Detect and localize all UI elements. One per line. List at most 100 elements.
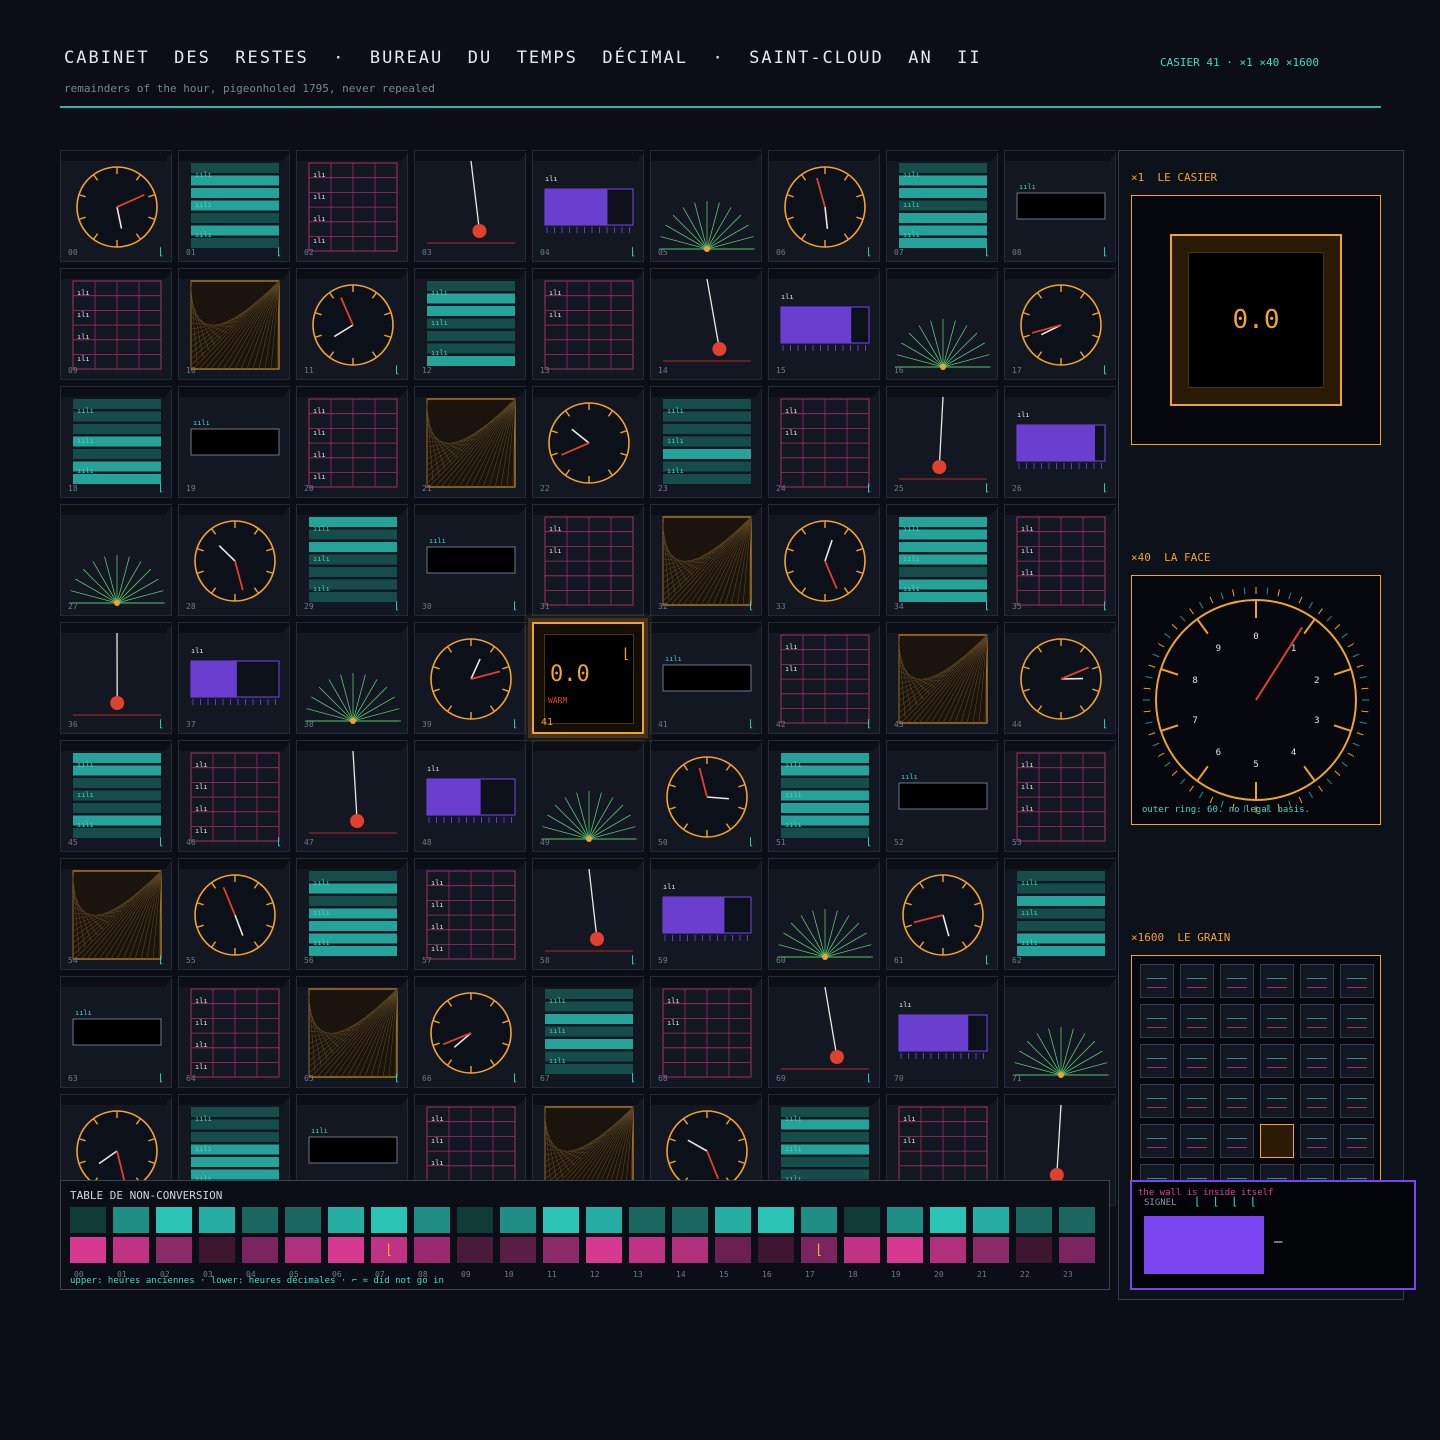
grain-cell[interactable] [1180, 964, 1214, 998]
grain-cell[interactable] [1340, 964, 1374, 998]
casier-clock[interactable]: 06 ⌊ [768, 150, 881, 262]
casier-meter[interactable]: ılı 48 [414, 740, 527, 852]
casier-pendulum[interactable]: 58 ⌊ [532, 858, 645, 970]
grain-cell[interactable] [1340, 1004, 1374, 1038]
casier-clock[interactable]: 50 ⌊ [650, 740, 763, 852]
casier-hatch[interactable]: 21 [414, 386, 527, 498]
casier-hgrid[interactable]: ılı ılı 68 [650, 976, 763, 1088]
grain-cell[interactable] [1300, 1084, 1334, 1118]
casier-bars[interactable]: ıılı ıılı ıılı 07 ⌊ [886, 150, 999, 262]
casier-fan[interactable]: 16 [886, 268, 999, 380]
casier-bars[interactable]: ıılı ıılı ıılı 34 ⌊ [886, 504, 999, 616]
grain-cell[interactable] [1220, 1084, 1254, 1118]
grain-cell[interactable] [1180, 1124, 1214, 1158]
grain-cell[interactable] [1140, 1004, 1174, 1038]
casier-hgrid[interactable]: ılı ılı ılı ılı 57 [414, 858, 527, 970]
casier-pendulum[interactable]: 36 ⌊ [60, 622, 173, 734]
grain-cell[interactable] [1180, 1044, 1214, 1078]
casier-fan[interactable]: 60 [768, 858, 881, 970]
casier-hgrid[interactable]: ılı ılı ılı ılı 20 [296, 386, 409, 498]
casier-fan[interactable]: 27 [60, 504, 173, 616]
casier-hgrid[interactable]: ılı ılı 31 [532, 504, 645, 616]
casier-slot[interactable]: ıılı 52 [886, 740, 999, 852]
casier-pendulum[interactable]: 03 [414, 150, 527, 262]
casier-bars[interactable]: ıılı ıılı ıılı 12 [414, 268, 527, 380]
casier-meter[interactable]: ılı 15 [768, 268, 881, 380]
grain-cell[interactable] [1180, 1084, 1214, 1118]
casier-pendulum[interactable]: 25 ⌊ [886, 386, 999, 498]
casier-meter[interactable]: ılı 59 [650, 858, 763, 970]
casier-hatch[interactable]: 32 ⌊ [650, 504, 763, 616]
grain-cell[interactable] [1180, 1004, 1214, 1038]
grain-cell-active[interactable] [1260, 1124, 1294, 1158]
grain-cell[interactable] [1260, 1044, 1294, 1078]
casier-box[interactable]: 0.0 [1131, 195, 1381, 445]
grain-cell[interactable] [1340, 1084, 1374, 1118]
face-box[interactable]: 0 1 2 3 4 5 6 7 8 9 outer ring: 60. no legal basi… [1131, 575, 1381, 825]
casier-hgrid[interactable]: ılı ılı ılı 35 ⌊ [1004, 504, 1117, 616]
grain-cell[interactable] [1300, 1044, 1334, 1078]
casier-meter[interactable]: ılı 37 [178, 622, 291, 734]
casier-bars[interactable]: ıılı ıılı ıılı 23 [650, 386, 763, 498]
casier-hgrid[interactable]: ılı ılı ılı ılı 46 ⌊ [178, 740, 291, 852]
casier-bars[interactable]: ıılı ıılı ıılı 18 ⌊ [60, 386, 173, 498]
casier-fan[interactable]: 38 [296, 622, 409, 734]
grain-cell[interactable] [1140, 1124, 1174, 1158]
casier-fan[interactable]: 49 [532, 740, 645, 852]
casier-hgrid[interactable]: ılı ılı ılı ılı 64 [178, 976, 291, 1088]
grain-cell[interactable] [1220, 1044, 1254, 1078]
grain-cell[interactable] [1300, 1004, 1334, 1038]
casier-hgrid[interactable]: ılı ılı 13 [532, 268, 645, 380]
casier-slot[interactable]: ıılı 63 ⌊ [60, 976, 173, 1088]
grain-box[interactable] [1131, 955, 1381, 1195]
casier-active[interactable]: 0.0 WARM 41 ⌊ [532, 622, 644, 734]
grain-cell[interactable] [1140, 1084, 1174, 1118]
casier-hatch[interactable]: 65 ⌊ [296, 976, 409, 1088]
grain-cell[interactable] [1300, 1124, 1334, 1158]
casier-bars[interactable]: ıılı ıılı ıılı 29 ⌊ [296, 504, 409, 616]
grain-cell[interactable] [1340, 1044, 1374, 1078]
casier-pendulum[interactable]: 69 ⌊ [768, 976, 881, 1088]
casier-hgrid[interactable]: ılı ılı 42 ⌊ [768, 622, 881, 734]
casier-hgrid[interactable]: ılı ılı ılı 53 [1004, 740, 1117, 852]
casier-hatch[interactable]: 54 ⌊ [60, 858, 173, 970]
grain-cell[interactable] [1340, 1124, 1374, 1158]
casier-clock[interactable]: 22 [532, 386, 645, 498]
casier-clock[interactable]: 17 ⌊ [1004, 268, 1117, 380]
casier-clock[interactable]: 11 ⌊ [296, 268, 409, 380]
casier-clock[interactable]: 39 ⌊ [414, 622, 527, 734]
casier-clock[interactable]: 28 [178, 504, 291, 616]
casier-clock[interactable]: 55 [178, 858, 291, 970]
grain-cell[interactable] [1260, 1004, 1294, 1038]
casier-hgrid[interactable]: ılı ılı ılı ılı 02 [296, 150, 409, 262]
casier-meter[interactable]: ılı 26 ⌊ [1004, 386, 1117, 498]
casier-meter[interactable]: ılı 04 ⌊ [532, 150, 645, 262]
casier-bars[interactable]: ıılı ıılı ıılı 67 ⌊ [532, 976, 645, 1088]
casier-clock[interactable]: 33 [768, 504, 881, 616]
grain-cell[interactable] [1220, 964, 1254, 998]
grain-cell[interactable] [1260, 1084, 1294, 1118]
casier-meter[interactable]: ılı 70 [886, 976, 999, 1088]
casier-hgrid[interactable]: ılı ılı ılı ılı 09 [60, 268, 173, 380]
grain-cell[interactable] [1300, 964, 1334, 998]
casier-pendulum[interactable]: 47 [296, 740, 409, 852]
casier-slot[interactable]: ıılı 30 ⌊ [414, 504, 527, 616]
casier-hatch[interactable]: 43 [886, 622, 999, 734]
casier-fan[interactable]: 71 [1004, 976, 1117, 1088]
casier-bars[interactable]: ıılı ıılı ıılı 01 ⌊ [178, 150, 291, 262]
casier-clock[interactable]: 00 ⌊ [60, 150, 173, 262]
casier-clock[interactable]: 44 ⌊ [1004, 622, 1117, 734]
casier-hatch[interactable]: 10 [178, 268, 291, 380]
casier-fan[interactable]: 05 [650, 150, 763, 262]
casier-clock[interactable]: 61 ⌊ [886, 858, 999, 970]
grain-cell[interactable] [1140, 1044, 1174, 1078]
grain-cell[interactable] [1260, 964, 1294, 998]
grain-cell[interactable] [1220, 1004, 1254, 1038]
casier-bars[interactable]: ıılı ıılı ıılı 62 [1004, 858, 1117, 970]
casier-bars[interactable]: ıılı ıılı ıılı 45 ⌊ [60, 740, 173, 852]
grain-cell[interactable] [1220, 1124, 1254, 1158]
casier-slot[interactable]: ıılı 41 ⌊ [650, 622, 763, 734]
casier-slot[interactable]: ıılı 19 [178, 386, 291, 498]
casier-pendulum[interactable]: 14 [650, 268, 763, 380]
casier-hgrid[interactable]: ılı ılı 24 ⌊ [768, 386, 881, 498]
